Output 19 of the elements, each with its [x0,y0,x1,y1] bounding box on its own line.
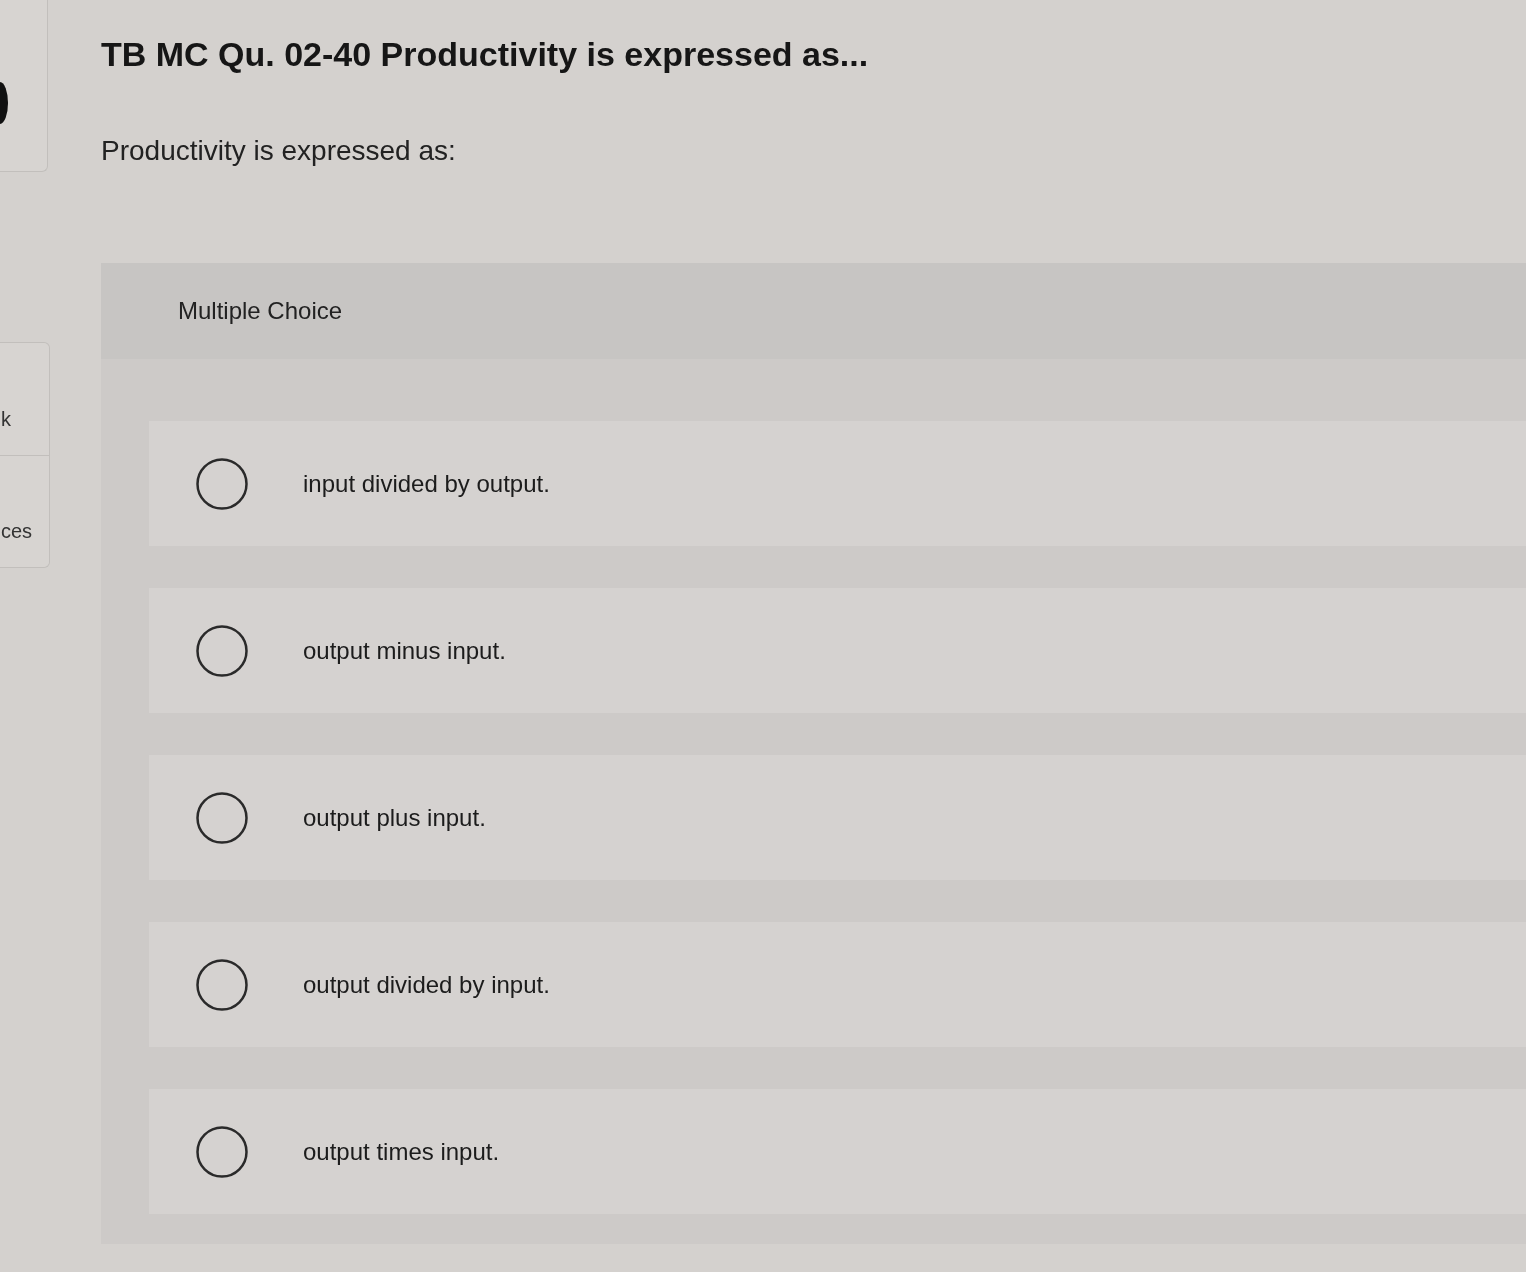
answer-option[interactable]: input divided by output. [149,421,1526,546]
radio-button[interactable] [196,791,248,844]
radio-button[interactable] [196,1125,248,1178]
question-title: TB MC Qu. 02-40 Productivity is expressed as... [101,34,869,74]
answer-option[interactable]: output minus input. [149,588,1526,713]
answer-option[interactable]: output divided by input. [149,922,1526,1047]
option-text: output plus input. [303,803,486,832]
question-type-label: Multiple Choice [178,297,343,325]
side-button[interactable]: k [0,343,49,456]
radio-button[interactable] [196,457,248,510]
option-text: output times input. [303,1137,500,1166]
option-text: output divided by input. [303,970,550,999]
answer-option[interactable]: output plus input. [149,755,1526,880]
radio-button[interactable] [196,958,248,1011]
radio-button[interactable] [196,624,248,677]
option-text: output minus input. [303,636,506,665]
option-text: input divided by output. [303,469,550,498]
answer-option[interactable]: output times input. [149,1089,1526,1214]
question-prompt: Productivity is expressed as: [101,134,456,168]
